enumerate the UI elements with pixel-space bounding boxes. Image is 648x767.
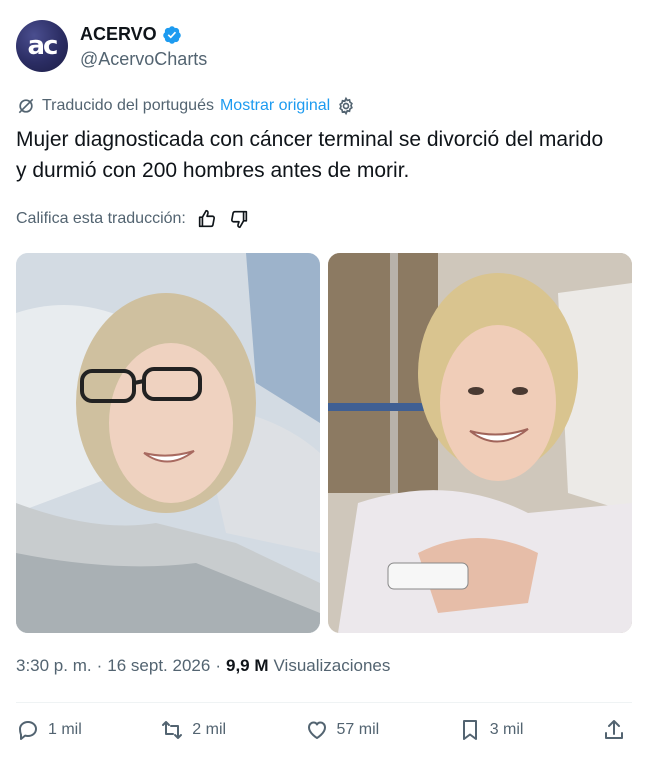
display-name[interactable]: ACERVO bbox=[80, 24, 157, 45]
rate-label: Califica esta traducción: bbox=[16, 210, 186, 227]
meta-separator: · bbox=[96, 656, 103, 675]
repost-count: 2 mil bbox=[192, 721, 227, 738]
photo-left-illustration bbox=[16, 253, 320, 633]
meta-separator: · bbox=[215, 656, 221, 675]
tweet-meta: 3:30 p. m. · 16 sept. 2026 · 9,9 M Visua… bbox=[16, 656, 390, 676]
tweet-time[interactable]: 3:30 p. m. bbox=[16, 656, 92, 676]
avatar-text: ac bbox=[27, 31, 59, 61]
like-count: 57 mil bbox=[336, 721, 380, 738]
thumbs-down-icon[interactable] bbox=[228, 208, 250, 230]
translation-note: Traducido del portugués bbox=[42, 97, 214, 114]
share-button[interactable] bbox=[602, 718, 626, 742]
tweet-date[interactable]: 16 sept. 2026 bbox=[107, 656, 210, 676]
reply-count: 1 mil bbox=[48, 721, 82, 738]
action-bar: 1 mil 2 mil 57 mil 3 mil bbox=[16, 718, 626, 742]
like-button[interactable]: 57 mil bbox=[305, 718, 380, 742]
views-label: Visualizaciones bbox=[273, 656, 391, 675]
divider bbox=[16, 702, 632, 703]
repost-icon bbox=[162, 721, 183, 739]
author-names: ACERVO @AcervoCharts bbox=[80, 24, 207, 70]
share-icon bbox=[604, 720, 623, 739]
translate-off-icon bbox=[18, 98, 34, 114]
rate-translation-row: Califica esta traducción: bbox=[16, 208, 250, 230]
reply-icon bbox=[19, 721, 37, 740]
photo-right[interactable] bbox=[328, 253, 632, 633]
handle[interactable]: @AcervoCharts bbox=[80, 49, 207, 70]
bookmark-count: 3 mil bbox=[489, 721, 524, 738]
thumbs-up-icon[interactable] bbox=[196, 208, 218, 230]
translation-row: Traducido del portugués Mostrar original bbox=[16, 96, 356, 116]
tweet-header: ac ACERVO @AcervoCharts bbox=[16, 20, 632, 76]
photo-left[interactable] bbox=[16, 253, 320, 633]
display-name-row[interactable]: ACERVO bbox=[80, 24, 207, 45]
repost-button[interactable]: 2 mil bbox=[160, 718, 226, 742]
views-count: 9,9 M bbox=[225, 656, 269, 675]
photo-right-illustration bbox=[328, 253, 632, 633]
bookmark-button[interactable]: 3 mil bbox=[458, 718, 524, 742]
heart-icon bbox=[307, 721, 326, 739]
avatar[interactable]: ac bbox=[16, 20, 68, 72]
bookmark-icon bbox=[462, 720, 477, 740]
reply-button[interactable]: 1 mil bbox=[16, 718, 82, 742]
tweet-text: Mujer diagnosticada con cáncer terminal … bbox=[16, 128, 604, 182]
verified-badge-icon bbox=[162, 25, 181, 44]
show-original-link[interactable]: Mostrar original bbox=[220, 97, 330, 115]
gear-icon[interactable] bbox=[336, 96, 356, 116]
